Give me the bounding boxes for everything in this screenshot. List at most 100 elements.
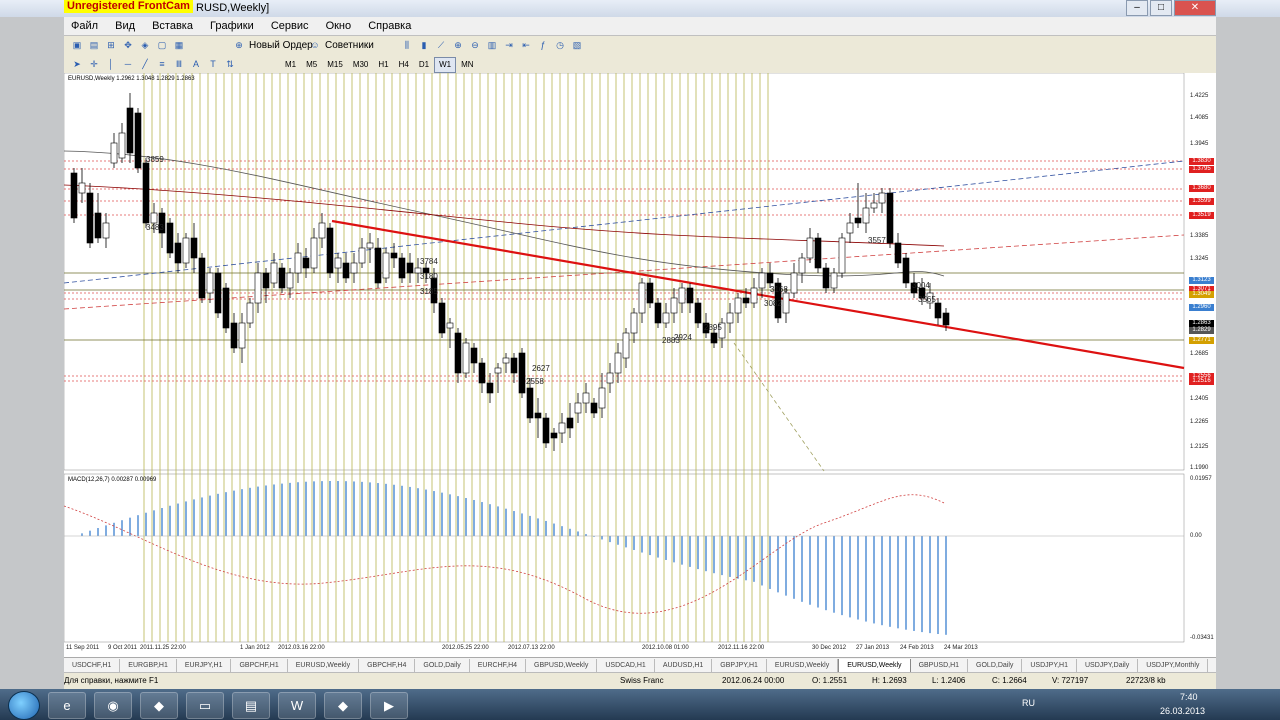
- cursor-icon[interactable]: ➤: [70, 57, 84, 71]
- chart-tab[interactable]: GOLD,Daily: [415, 659, 470, 673]
- candle-body: [246, 302, 254, 324]
- language-indicator[interactable]: RU: [1022, 698, 1035, 708]
- menu-window[interactable]: Окно: [319, 17, 359, 35]
- chart-annotation: 3784: [420, 257, 438, 266]
- chart-tab[interactable]: EURUSD,Weekly: [838, 659, 911, 673]
- horizontal-line-icon[interactable]: ─: [121, 57, 135, 71]
- menu-insert[interactable]: Вставка: [145, 17, 200, 35]
- start-button[interactable]: [8, 691, 40, 720]
- templates-icon[interactable]: ▧: [570, 38, 584, 52]
- clock-date[interactable]: 26.03.2013: [1160, 706, 1205, 716]
- terminal-icon[interactable]: ▢: [155, 38, 169, 52]
- tester-icon[interactable]: ▦: [172, 38, 186, 52]
- app-icon[interactable]: ◆: [324, 692, 362, 719]
- metatrader-icon[interactable]: ◆: [140, 692, 178, 719]
- market-watch-icon[interactable]: ⊞: [104, 38, 118, 52]
- candle-body: [134, 112, 142, 169]
- chart-tab[interactable]: GBPUSD,H1: [911, 659, 969, 673]
- tf-h1[interactable]: H1: [373, 57, 393, 73]
- chart-tab[interactable]: USDJPY,H1: [1022, 659, 1077, 673]
- candle-body: [302, 257, 310, 269]
- tf-h4[interactable]: H4: [394, 57, 414, 73]
- bar-chart-icon[interactable]: ⫼: [400, 38, 414, 52]
- chart-tab[interactable]: GBPCHF,H1: [231, 659, 288, 673]
- folder-icon[interactable]: ▤: [232, 692, 270, 719]
- price-tick-label: 1.3385: [1190, 233, 1209, 239]
- chart-annotation: 3082: [764, 299, 782, 308]
- chart-tab[interactable]: EURUSD,Weekly: [288, 659, 360, 673]
- experts-button[interactable]: ☺ Советники: [308, 38, 373, 52]
- candle-body: [318, 222, 326, 239]
- status-volume: V: 727197: [1052, 676, 1089, 685]
- status-help: Для справки, нажмите F1: [64, 676, 159, 685]
- tf-m15[interactable]: M15: [322, 57, 348, 73]
- chart-shift-icon[interactable]: ⇤: [519, 38, 533, 52]
- zoom-in-icon[interactable]: ⊕: [451, 38, 465, 52]
- navigator-icon[interactable]: ◈: [138, 38, 152, 52]
- label-tool-icon[interactable]: T: [206, 57, 220, 71]
- chart-canvas[interactable]: [64, 73, 1216, 657]
- menu-view[interactable]: Вид: [108, 17, 142, 35]
- chart-tab[interactable]: EURCHF,H4: [470, 659, 527, 673]
- chart-tab[interactable]: EURGBP,H1: [120, 659, 177, 673]
- candle-body: [206, 272, 214, 294]
- chart-annotation: 3004: [912, 281, 930, 290]
- profiles-icon[interactable]: ▤: [87, 38, 101, 52]
- chart-tab[interactable]: USDJPY,Daily: [1077, 659, 1139, 673]
- macd-zero-value: 0.00: [1190, 533, 1202, 539]
- chart-tab[interactable]: GBPCHF,H4: [359, 659, 416, 673]
- chart-tab[interactable]: EURUSD,Weekly: [767, 659, 839, 673]
- chart-tab[interactable]: AUDUSD,H1: [655, 659, 713, 673]
- minimize-button[interactable]: –: [1126, 0, 1148, 16]
- chart-tab[interactable]: GBPJPY,H1: [712, 659, 767, 673]
- tf-mn[interactable]: MN: [456, 57, 478, 73]
- chart-tab[interactable]: USDCHF,H1: [64, 659, 121, 673]
- menu-help[interactable]: Справка: [361, 17, 418, 35]
- tf-w1[interactable]: W1: [434, 57, 457, 73]
- tile-windows-icon[interactable]: ▥: [485, 38, 499, 52]
- new-chart-icon[interactable]: ▣: [70, 38, 84, 52]
- tf-m30[interactable]: M30: [348, 57, 374, 73]
- text-tool-icon[interactable]: A: [189, 57, 203, 71]
- candle-body: [726, 312, 734, 324]
- word-icon[interactable]: W: [278, 692, 316, 719]
- ie-icon[interactable]: e: [48, 692, 86, 719]
- maximize-button[interactable]: □: [1150, 0, 1172, 16]
- chart-window[interactable]: EURUSD,Weekly 1.2962 1.3048 1.2829 1.286…: [64, 73, 1216, 657]
- zoom-out-icon[interactable]: ⊖: [468, 38, 482, 52]
- chart-tab[interactable]: GOLD,Daily: [968, 659, 1023, 673]
- crosshair-icon[interactable]: ✛: [87, 57, 101, 71]
- indicators-icon[interactable]: ƒ: [536, 38, 550, 52]
- candle-body: [846, 222, 854, 234]
- line-chart-icon[interactable]: ⟋: [434, 38, 448, 52]
- arrows-icon[interactable]: ⇅: [223, 57, 237, 71]
- left-desktop-strip: [0, 17, 64, 689]
- explorer-icon[interactable]: ▭: [186, 692, 224, 719]
- menu-tools[interactable]: Сервис: [264, 17, 316, 35]
- data-window-icon[interactable]: ✥: [121, 38, 135, 52]
- chart-tab[interactable]: GBPUSD,Weekly: [526, 659, 598, 673]
- new-order-button[interactable]: ⊕ Новый Ордер: [232, 38, 313, 52]
- candlestick-icon[interactable]: ▮: [417, 38, 431, 52]
- menu-charts[interactable]: Графики: [203, 17, 261, 35]
- recorder-icon[interactable]: ▶: [370, 692, 408, 719]
- vertical-line-icon[interactable]: │: [104, 57, 118, 71]
- close-button[interactable]: ✕: [1174, 0, 1216, 16]
- clock-time[interactable]: 7:40: [1180, 692, 1198, 702]
- chart-tab[interactable]: USDJPY,Monthly: [1138, 659, 1209, 673]
- chart-tab[interactable]: USD...: [1208, 659, 1216, 673]
- tf-m5[interactable]: M5: [301, 57, 322, 73]
- fibonacci-icon[interactable]: Ⅲ: [172, 57, 186, 71]
- window-title: RUSD,Weekly]: [196, 2, 270, 14]
- chart-tab[interactable]: USDCAD,H1: [597, 659, 655, 673]
- channel-icon[interactable]: ≡: [155, 57, 169, 71]
- chrome-icon[interactable]: ◉: [94, 692, 132, 719]
- trendline-icon[interactable]: ╱: [138, 57, 152, 71]
- tf-m1[interactable]: M1: [280, 57, 301, 73]
- tf-d1[interactable]: D1: [414, 57, 434, 73]
- chart-tab[interactable]: EURJPY,H1: [177, 659, 232, 673]
- autoscroll-icon[interactable]: ⇥: [502, 38, 516, 52]
- menu-file[interactable]: Файл: [64, 17, 105, 35]
- price-level-badge: 1.2516: [1189, 378, 1214, 385]
- periods-icon[interactable]: ◷: [553, 38, 567, 52]
